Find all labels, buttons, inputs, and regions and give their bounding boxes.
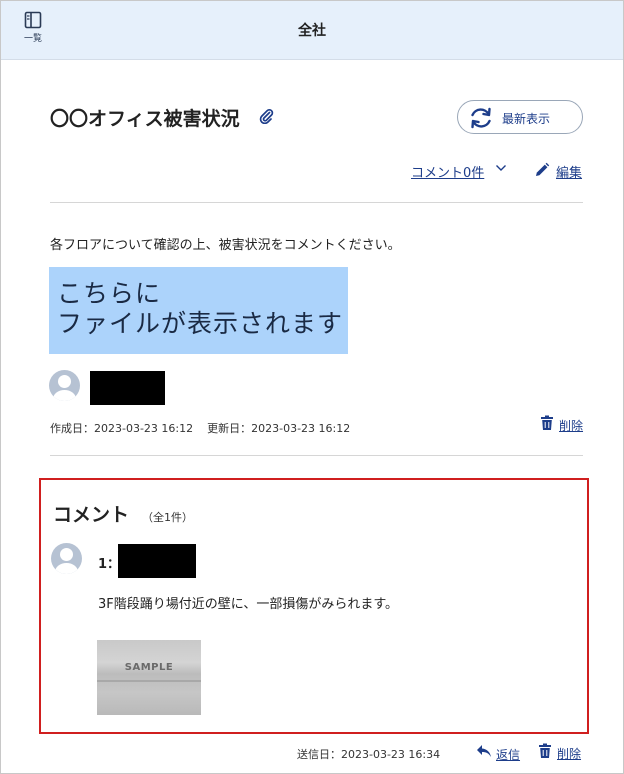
redacted-commenter-name — [118, 544, 196, 578]
top-bar: 一覧 全社 — [1, 1, 623, 60]
post-description: 各フロアについて確認の上、被害状況をコメントください。 — [50, 238, 401, 253]
comment-text: 3F階段踊り場付近の壁に、一部損傷がみられます。 — [98, 597, 399, 612]
reply-icon — [477, 745, 491, 757]
comment-image[interactable]: SAMPLE — [97, 640, 201, 715]
avatar — [51, 543, 82, 574]
chevron-down-icon[interactable] — [495, 163, 507, 173]
updated-date: 更新日：2023-03-23 16:12 — [207, 422, 351, 435]
paperclip-icon[interactable] — [258, 108, 274, 124]
trash-icon — [539, 743, 551, 758]
image-watermark: SAMPLE — [124, 662, 174, 673]
refresh-icon — [471, 107, 491, 129]
created-date: 作成日：2023-03-23 16:12 — [50, 422, 194, 435]
reply-label: 返信 — [496, 748, 521, 762]
pencil-icon — [536, 162, 550, 176]
refresh-label: 最新表示 — [502, 112, 551, 126]
delete-label: 削除 — [559, 419, 584, 433]
avatar — [49, 370, 80, 401]
file-preview-line-1: こちらに — [57, 279, 162, 308]
divider — [50, 202, 583, 203]
edit-label: 編集 — [556, 166, 583, 181]
comments-count: （全1件） — [142, 511, 193, 524]
trash-icon — [541, 415, 553, 430]
header-title: 全社 — [298, 23, 326, 39]
post-dates: 作成日：2023-03-23 16:12 更新日：2023-03-23 16:12 — [50, 420, 350, 436]
redacted-author-name — [90, 371, 165, 405]
comment-sent-date: 送信日：2023-03-23 16:34 — [297, 748, 441, 761]
divider — [50, 455, 583, 456]
comments-section: コメント （全1件） 1： 3F階段踊り場付近の壁に、一部損傷がみられます。 S… — [39, 478, 589, 734]
file-preview-line-2: ファイルが表示されます — [57, 309, 344, 338]
page-title: 〇〇オフィス被害状況 — [50, 108, 240, 130]
comment-number: 1： — [98, 557, 121, 572]
delete-label: 削除 — [557, 747, 582, 761]
file-preview[interactable]: こちらに ファイルが表示されます — [49, 267, 348, 354]
comments-heading: コメント — [53, 504, 130, 526]
refresh-button[interactable]: 最新表示 — [457, 100, 583, 134]
comments-toggle-link[interactable]: コメント0件 — [411, 162, 484, 181]
